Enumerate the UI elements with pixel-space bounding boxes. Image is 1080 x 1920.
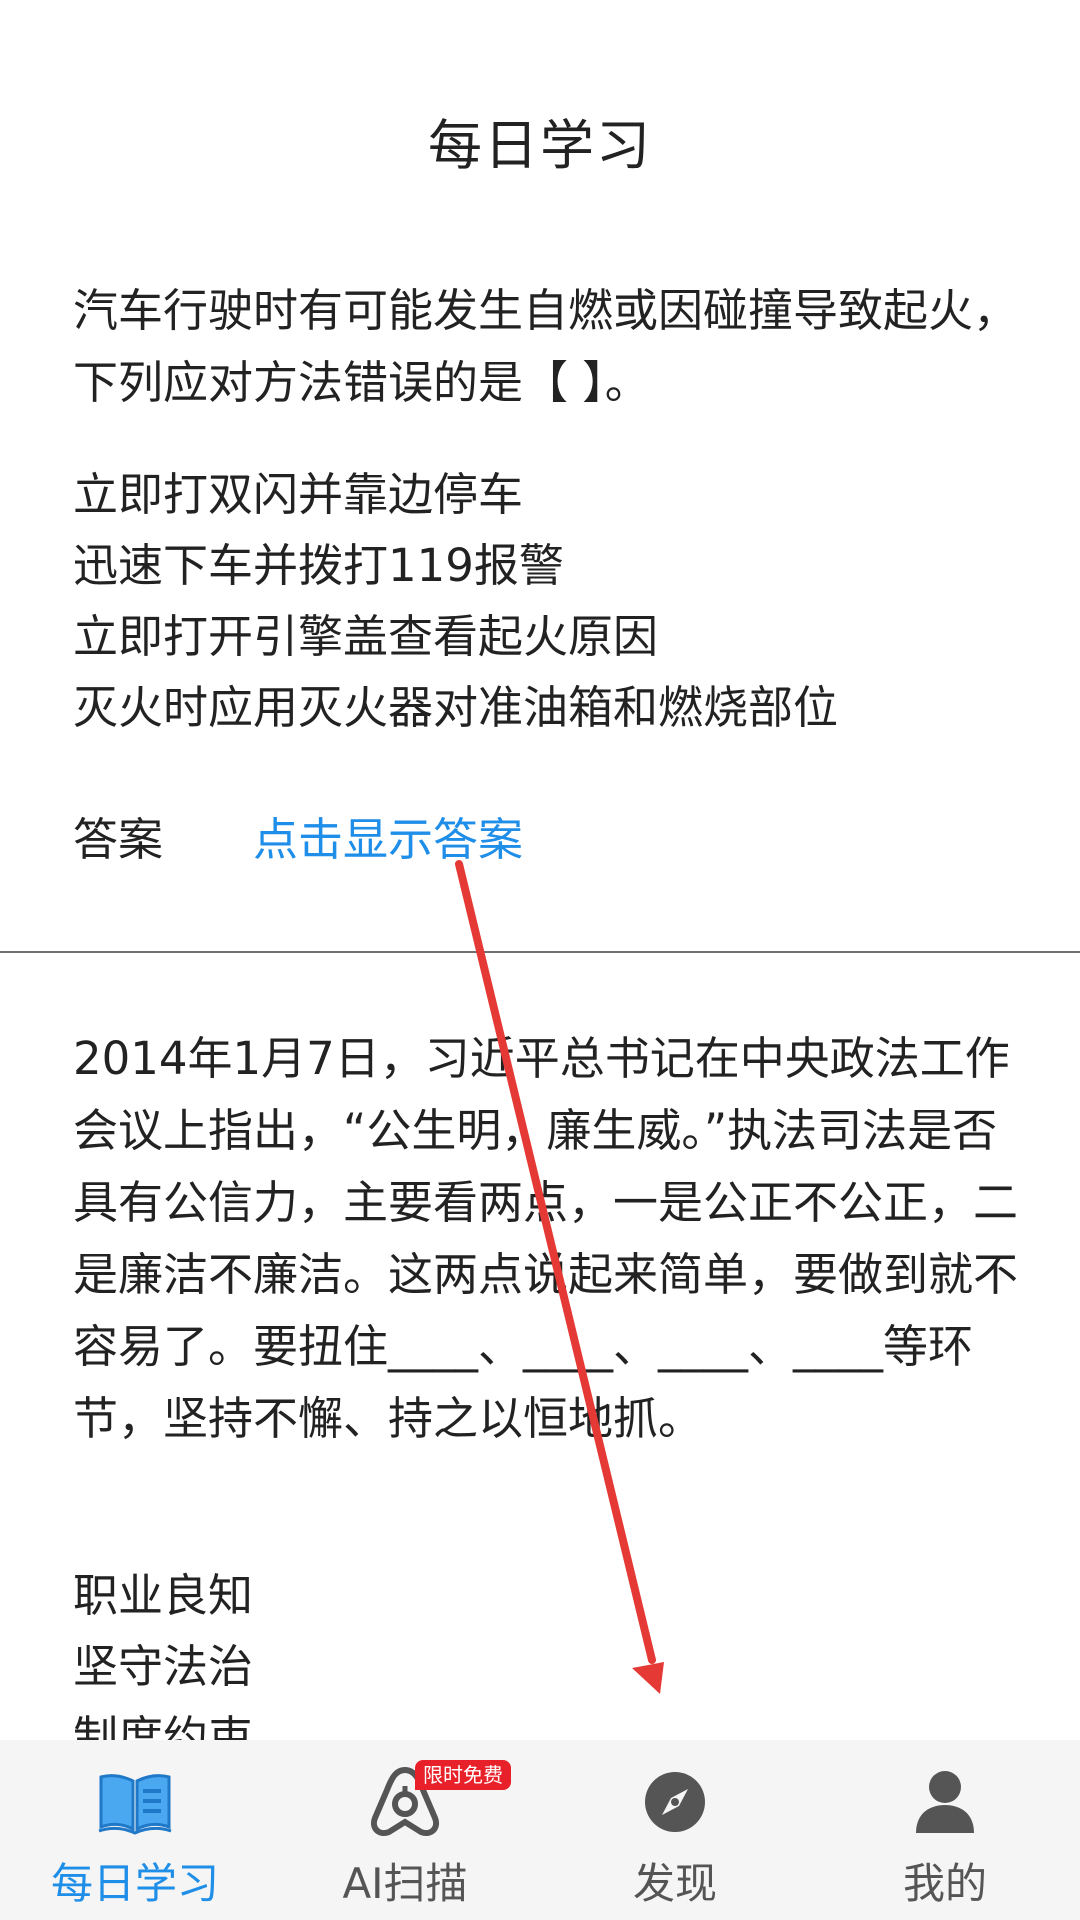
tab-label: 我的 [902, 1859, 987, 1908]
app-screen: 每日学习 汽车行驶时有可能发生自燃或因碰撞导致起火，下列应对方法错误的是【 】。… [0, 0, 1080, 1920]
option-item[interactable]: 坚守法治 [73, 1631, 1023, 1702]
answer-label: 答案 [73, 812, 164, 866]
bottom-tab-bar: 每日学习 限时免费 AI扫描 发现 我的 [0, 1740, 1080, 1920]
tab-mine[interactable]: 我的 [810, 1740, 1080, 1920]
option-item[interactable]: 迅速下车并拨打119报警 [73, 530, 1023, 601]
free-badge: 限时免费 [415, 1760, 511, 1790]
option-item[interactable]: 职业良知 [73, 1560, 1023, 1631]
tab-daily-study[interactable]: 每日学习 [0, 1740, 270, 1920]
tab-discover[interactable]: 发现 [540, 1740, 810, 1920]
option-item[interactable]: 制度约束 [73, 1702, 1023, 1740]
compass-icon [635, 1762, 715, 1842]
tab-ai-scan[interactable]: 限时免费 AI扫描 [270, 1740, 540, 1920]
show-answer-link[interactable]: 点击显示答案 [253, 803, 523, 868]
header: 每日学习 [0, 0, 1080, 280]
options-list-2: 职业良知 坚守法治 制度约束 [73, 1560, 1023, 1740]
question-text-2: 2014年1月7日，习近平总书记在中央政法工作会议上指出，“公生明，廉生威。”执… [73, 1032, 1019, 1445]
page-title: 每日学习 [428, 113, 652, 177]
option-item[interactable]: 灭火时应用灭火器对准油箱和燃烧部位 [73, 672, 1023, 743]
tab-label: 每日学习 [50, 1859, 219, 1908]
book-icon [95, 1762, 175, 1842]
options-list-1: 立即打双闪并靠边停车 迅速下车并拨打119报警 立即打开引擎盖查看起火原因 灭火… [73, 459, 1023, 743]
option-item[interactable]: 立即打双闪并靠边停车 [73, 459, 1023, 530]
scroll-content[interactable]: 每日学习 汽车行驶时有可能发生自燃或因碰撞导致起火，下列应对方法错误的是【 】。… [0, 0, 1080, 1740]
tab-label: 发现 [632, 1859, 717, 1908]
option-item[interactable]: 立即打开引擎盖查看起火原因 [73, 601, 1023, 672]
divider [0, 951, 1080, 953]
tab-label: AI扫描 [342, 1859, 468, 1908]
person-icon [905, 1762, 985, 1842]
question-text-1: 汽车行驶时有可能发生自燃或因碰撞导致起火，下列应对方法错误的是【 】。 [73, 284, 1019, 409]
answer-row: 答案 点击显示答案 [73, 798, 523, 872]
